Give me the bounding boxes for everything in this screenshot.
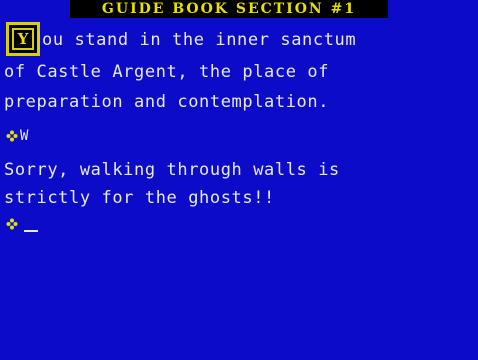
title-box: GUIDE BOOK SECTION #1 xyxy=(70,0,388,18)
flower-prompt-icon xyxy=(6,218,18,230)
title-bar: GUIDE BOOK SECTION #1 xyxy=(0,0,478,18)
game-screen: GUIDE BOOK SECTION #1 Y ou stand in the … xyxy=(0,0,478,360)
dropcap-letter: Y xyxy=(17,30,29,48)
response-line-1: Sorry, walking through walls is xyxy=(4,160,340,180)
dropcap-frame: Y xyxy=(6,22,40,56)
flower-prompt-icon xyxy=(6,130,18,142)
description-line-3: preparation and contemplation. xyxy=(4,92,330,112)
section-title: GUIDE BOOK SECTION #1 xyxy=(101,1,357,17)
input-cursor[interactable] xyxy=(24,230,38,232)
dropcap-inner-frame: Y xyxy=(12,28,34,50)
description-line-2: of Castle Argent, the place of xyxy=(4,62,330,82)
description-line-1: ou stand in the inner sanctum xyxy=(42,30,357,50)
typed-command: W xyxy=(20,128,29,144)
response-line-2: strictly for the ghosts!! xyxy=(4,188,275,208)
